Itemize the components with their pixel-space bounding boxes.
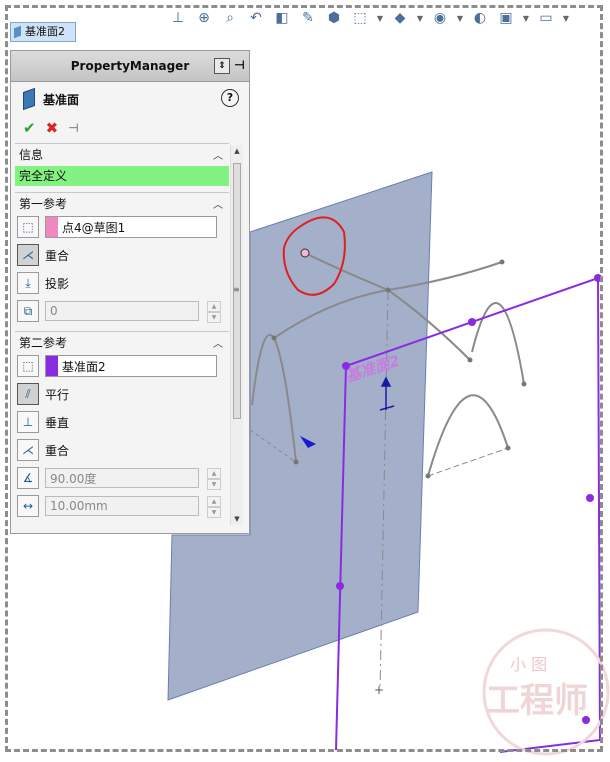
plane-handle[interactable] xyxy=(336,582,344,590)
chevron-up-icon[interactable]: ︿ xyxy=(213,196,223,211)
chevron-up-icon[interactable]: ︿ xyxy=(213,335,223,350)
panel-scrollbar[interactable]: ▲ ≡ ▼ xyxy=(230,145,243,525)
view-orientation-menu-icon[interactable]: ⬚ xyxy=(350,8,370,28)
property-manager-title: PropertyManager xyxy=(70,59,190,73)
parallel-button[interactable]: ⫽ xyxy=(17,383,39,405)
ok-button[interactable]: ✔ xyxy=(23,119,36,137)
display-style-icon[interactable]: ◆ xyxy=(390,8,410,28)
first-ref-value: 0 xyxy=(50,304,58,318)
scene-icon[interactable]: ▣ xyxy=(496,8,516,28)
dynamic-annotation-icon[interactable]: ✎ xyxy=(298,8,318,28)
property-manager-header: PropertyManager ⇕ ⊣ xyxy=(11,51,249,82)
second-reference-selection-box[interactable]: 基准面2 xyxy=(45,355,217,377)
plane-handle[interactable] xyxy=(594,274,602,282)
second-ref-distance-row: ↔ 10.00mm ▲ ▼ xyxy=(15,492,229,520)
parallel-label: 平行 xyxy=(45,387,70,402)
second-ref-angle-row: ∡ 90.00度 ▲ ▼ xyxy=(15,464,229,492)
property-manager-panel: PropertyManager ⇕ ⊣ 基准面 ? ✔ ✖ ⊣ 信息 ︿ 完全定… xyxy=(10,50,250,534)
first-ref-coincident-row: ⋌ 重合 xyxy=(15,241,229,269)
first-reference-header[interactable]: 第一参考 ︿ xyxy=(15,192,229,213)
info-section-title: 信息 xyxy=(19,147,44,162)
first-reference-selection-row: ⬚ 点4@草图1 xyxy=(15,213,229,241)
view-cube-icon[interactable]: ⬢ xyxy=(324,8,344,28)
chevron-down-icon[interactable]: ▼ xyxy=(456,8,464,28)
view-settings-icon[interactable]: ▭ xyxy=(536,8,556,28)
origin-mark: + xyxy=(374,683,384,697)
chevron-down-icon[interactable]: ▼ xyxy=(562,8,570,28)
first-reference-title: 第一参考 xyxy=(19,196,68,211)
perpendicular-button[interactable]: ⊥ xyxy=(17,411,39,433)
first-reference-selection: 点4@草图1 xyxy=(62,220,126,235)
angle-spinner[interactable]: ▲ ▼ xyxy=(207,468,221,490)
first-ref-value-input[interactable]: 0 xyxy=(45,301,199,321)
second-ref-perpendicular-row: ⊥ 垂直 xyxy=(15,408,229,436)
pushpin-button[interactable]: ⊣ xyxy=(68,121,78,135)
second-ref-coincident-row: ⋌ 重合 xyxy=(15,436,229,464)
selection-color-swatch xyxy=(46,356,58,376)
plane-handle[interactable] xyxy=(468,318,476,326)
expand-icon[interactable]: ⇕ xyxy=(214,58,231,74)
zoom-area-icon[interactable]: ⌕ xyxy=(220,8,240,28)
feature-title-row: 基准面 xyxy=(11,82,249,116)
plane-handle[interactable] xyxy=(586,494,594,502)
distance-value: 10.00mm xyxy=(50,499,108,513)
action-buttons: ✔ ✖ ⊣ xyxy=(11,116,249,140)
coincident-label: 重合 xyxy=(45,248,70,263)
watermark-text: 工程师 xyxy=(486,681,588,721)
view-orientation-icon[interactable]: ⊥ xyxy=(168,8,188,28)
zoom-to-fit-icon[interactable]: ⊕ xyxy=(194,8,214,28)
help-icon[interactable]: ? xyxy=(221,89,239,107)
distance-spinner[interactable]: ▲ ▼ xyxy=(207,496,221,518)
section-view-icon[interactable]: ◧ xyxy=(272,8,292,28)
selection-color-swatch xyxy=(46,217,58,237)
watermark-small: 小 图 xyxy=(510,655,547,674)
offset-icon: ⧉ xyxy=(17,300,39,322)
scroll-down-icon[interactable]: ▼ xyxy=(232,515,242,525)
project-label: 投影 xyxy=(45,276,70,291)
second-reference-selection: 基准面2 xyxy=(62,359,106,374)
perpendicular-label: 垂直 xyxy=(45,415,70,430)
angle-icon[interactable]: ∡ xyxy=(17,467,39,489)
reference-cube-icon: ⬚ xyxy=(17,216,39,238)
plane-icon xyxy=(23,87,35,111)
coincident-button[interactable]: ⋌ xyxy=(17,439,39,461)
chevron-down-icon[interactable]: ▼ xyxy=(416,8,424,28)
chevron-down-icon[interactable]: ▼ xyxy=(376,8,384,28)
feature-tab[interactable]: 基准面2 xyxy=(10,22,76,42)
scroll-grip-icon: ≡ xyxy=(233,285,240,294)
pin-icon[interactable]: ⊣ xyxy=(234,58,245,74)
coincident-button[interactable]: ⋌ xyxy=(17,244,39,266)
angle-input[interactable]: 90.00度 xyxy=(45,468,199,488)
angle-value: 90.00度 xyxy=(50,471,97,486)
second-reference-header[interactable]: 第二参考 ︿ xyxy=(15,331,229,352)
first-reference-selection-box[interactable]: 点4@草图1 xyxy=(45,216,217,238)
property-scroll-area[interactable]: 信息 ︿ 完全定义 第一参考 ︿ ⬚ 点4@草图1 ⋌ 重合 ⤓ 投影 ⧉ 0 xyxy=(15,143,229,531)
previous-view-icon[interactable]: ↶ xyxy=(246,8,266,28)
distance-icon[interactable]: ↔ xyxy=(17,495,39,517)
coincident-label: 重合 xyxy=(45,443,70,458)
reference-cube-icon: ⬚ xyxy=(17,355,39,377)
chevron-down-icon[interactable]: ▼ xyxy=(522,8,530,28)
value-spinner[interactable]: ▲ ▼ xyxy=(207,301,221,323)
info-section-header[interactable]: 信息 ︿ xyxy=(15,143,229,164)
second-ref-parallel-row: ⫽ 平行 xyxy=(15,380,229,408)
distance-input[interactable]: 10.00mm xyxy=(45,496,199,516)
edit-appearance-icon[interactable]: ◐ xyxy=(470,8,490,28)
chevron-up-icon[interactable]: ︿ xyxy=(213,147,223,162)
selected-point[interactable] xyxy=(300,248,310,258)
project-button[interactable]: ⤓ xyxy=(17,272,39,294)
hide-show-icon[interactable]: ◉ xyxy=(430,8,450,28)
heads-up-toolbar: ⊥ ⊕ ⌕ ↶ ◧ ✎ ⬢ ⬚ ▼ ◆ ▼ ◉ ▼ ◐ ▣ ▼ ▭ ▼ xyxy=(168,5,570,31)
cancel-button[interactable]: ✖ xyxy=(46,119,59,137)
scroll-up-icon[interactable]: ▲ xyxy=(232,147,242,157)
first-ref-value-row: ⧉ 0 ▲ ▼ xyxy=(15,297,229,325)
status-message: 完全定义 xyxy=(15,166,229,186)
second-reference-selection-row: ⬚ 基准面2 xyxy=(15,352,229,380)
first-ref-project-row: ⤓ 投影 xyxy=(15,269,229,297)
feature-title: 基准面 xyxy=(43,92,80,107)
second-reference-title: 第二参考 xyxy=(19,335,68,350)
